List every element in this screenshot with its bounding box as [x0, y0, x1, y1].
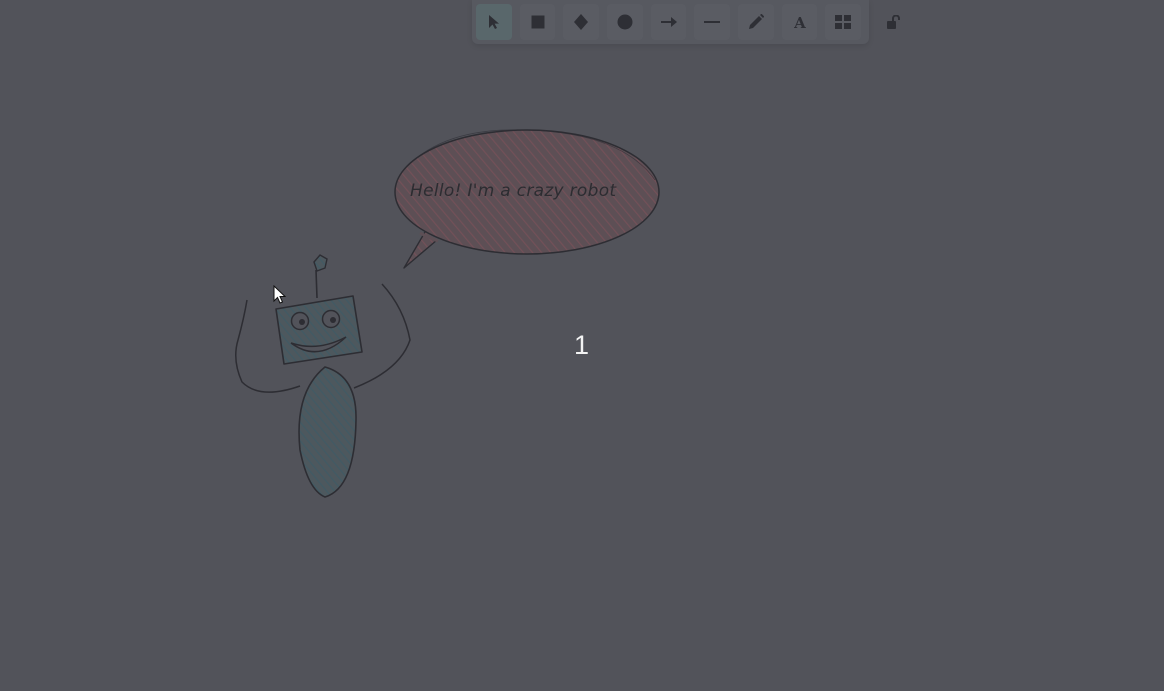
- drawing-canvas[interactable]: A Hello! I'm a crazy robot 1: [0, 0, 1164, 691]
- speech-bubble[interactable]: Hello! I'm a crazy robot: [394, 129, 660, 269]
- speech-bubble-text: Hello! I'm a crazy robot: [410, 181, 617, 201]
- mouse-cursor-icon: [273, 285, 287, 304]
- robot-drawing[interactable]: [235, 254, 411, 498]
- step-number-label: 1: [574, 330, 590, 360]
